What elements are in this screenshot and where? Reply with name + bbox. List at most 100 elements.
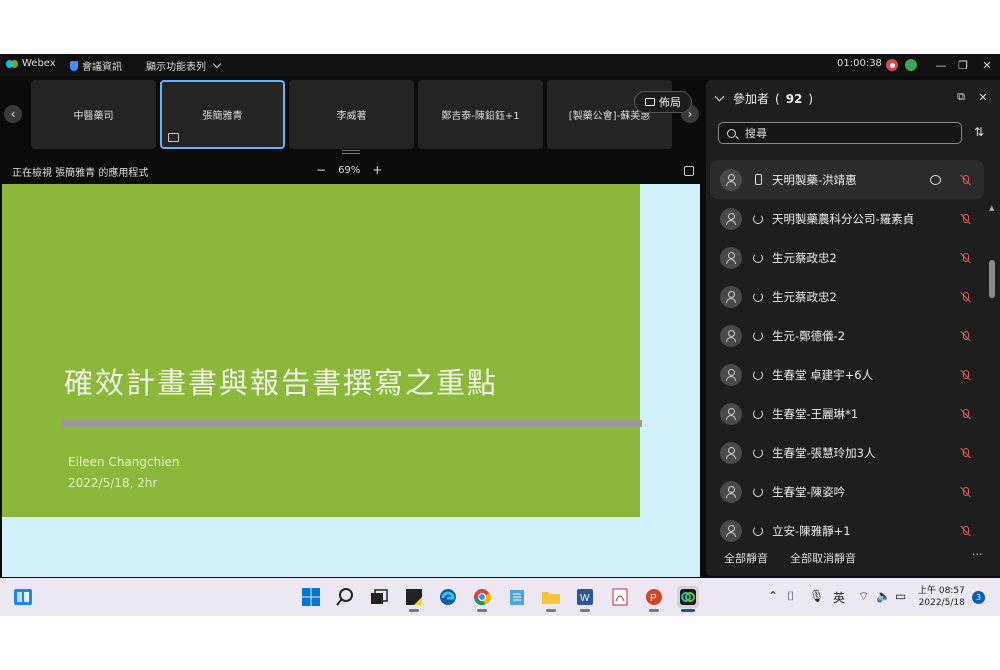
- system-clock[interactable]: 上午 08:57 2022/5/18: [918, 585, 965, 609]
- usb-icon[interactable]: ⌷: [787, 589, 794, 604]
- battery-icon[interactable]: ▭: [895, 589, 906, 603]
- zoom-in-button[interactable]: +: [372, 163, 382, 177]
- muted-mic-icon[interactable]: [960, 408, 972, 420]
- edge-app[interactable]: [437, 586, 459, 608]
- participant-row[interactable]: 生元蔡政忠2: [706, 277, 988, 316]
- meeting-info-button[interactable]: 會議資訊: [70, 58, 122, 73]
- input-method-indicator[interactable]: 英: [833, 589, 845, 606]
- muted-mic-icon[interactable]: [960, 330, 972, 342]
- minimize-button[interactable]: —: [930, 56, 952, 74]
- muted-mic-icon[interactable]: [960, 174, 972, 186]
- resize-handle[interactable]: [342, 150, 360, 154]
- slide-title: 確效計畫書與報告書撰寫之重點: [64, 366, 499, 400]
- sticky-notes-app[interactable]: [403, 586, 425, 612]
- view-menu-button[interactable]: 顯示功能表列: [146, 58, 222, 73]
- annotate-icon[interactable]: [657, 166, 667, 176]
- video-tile-active[interactable]: 張簡雅青: [160, 80, 285, 149]
- unmute-all-button[interactable]: 全部取消靜音: [790, 550, 856, 566]
- title-bar: Webex 會議資訊 顯示功能表列 01:00:38 — ❐ ✕: [0, 54, 1000, 76]
- view-menu-label: 顯示功能表列: [146, 62, 206, 73]
- scroll-up-icon[interactable]: ▲: [989, 204, 994, 212]
- avatar: [720, 285, 742, 308]
- scroll-thumb[interactable]: [989, 260, 995, 298]
- audio-indicator[interactable]: [905, 59, 917, 71]
- close-button[interactable]: ✕: [976, 56, 998, 74]
- participant-list-scrollbar[interactable]: ▲ ▼: [989, 204, 995, 596]
- close-panel-icon[interactable]: ✕: [978, 91, 988, 104]
- record-icon: [886, 59, 898, 71]
- search-icon: [727, 128, 736, 138]
- filmstrip-prev-button[interactable]: ‹: [4, 105, 22, 123]
- sort-icon[interactable]: ⇅: [974, 125, 984, 139]
- file-explorer-app[interactable]: [540, 586, 562, 612]
- participant-row[interactable]: 生元-鄭德儀-2: [706, 316, 988, 355]
- muted-mic-icon[interactable]: [960, 486, 972, 498]
- meeting-info-label: 會議資訊: [82, 62, 122, 73]
- webex-app[interactable]: [677, 586, 699, 612]
- meeting-timer: 01:00:38: [837, 58, 882, 69]
- sync-icon: [753, 486, 763, 497]
- chevron-down-icon: [212, 59, 222, 69]
- notification-badge[interactable]: 3: [972, 591, 985, 604]
- sync-icon: [753, 252, 763, 263]
- chevron-left-icon: ‹: [10, 107, 16, 121]
- participant-row[interactable]: 立安-陳雅靜+1: [706, 511, 988, 550]
- video-tile[interactable]: 鄭吉泰-陳鉛鈺+1: [418, 80, 543, 149]
- participant-row[interactable]: 生春堂-張慧玲加3人: [706, 433, 988, 472]
- muted-mic-icon[interactable]: [960, 447, 972, 459]
- participant-row[interactable]: 生春堂-王麗琳*1: [706, 394, 988, 433]
- muted-mic-icon[interactable]: [960, 213, 972, 225]
- chevron-down-icon: [714, 91, 725, 102]
- muted-mic-icon[interactable]: [960, 252, 972, 264]
- phone-icon: [753, 174, 763, 185]
- participant-row[interactable]: 生元蔡政忠2: [706, 238, 988, 277]
- muted-mic-icon[interactable]: [960, 369, 972, 381]
- screen-share-icon: [168, 133, 179, 142]
- sync-icon: [753, 369, 763, 380]
- participants-header[interactable]: 參加者 ( 92 ): [714, 90, 813, 107]
- search-placeholder: 搜尋: [745, 127, 767, 140]
- participant-row[interactable]: 生春堂 卓建宇+6人: [706, 355, 988, 394]
- show-hidden-icons-button[interactable]: ⌃: [768, 589, 778, 603]
- search-button[interactable]: [334, 586, 356, 608]
- slide-date: 2022/5/18, 2hr: [68, 476, 158, 490]
- participant-row[interactable]: 生春堂-陳姿吟: [706, 472, 988, 511]
- pdf-reader-app[interactable]: [609, 586, 631, 608]
- participant-row[interactable]: 天明製藥-洪靖惠: [710, 160, 984, 199]
- restore-button[interactable]: ❐: [952, 56, 974, 74]
- wifi-icon[interactable]: ⌔: [858, 589, 869, 604]
- chat-icon[interactable]: [930, 174, 941, 185]
- sticky-notes-icon: [406, 589, 422, 605]
- start-button[interactable]: [300, 586, 322, 608]
- layout-button[interactable]: 佈局: [634, 91, 692, 113]
- popout-share-icon[interactable]: [684, 166, 694, 176]
- tile-label: 鄭吉泰-陳鉛鈺+1: [441, 111, 520, 122]
- microphone-icon[interactable]: 🎙: [809, 589, 824, 603]
- powerpoint-app[interactable]: P: [643, 586, 665, 612]
- video-tile[interactable]: 中醫藥司: [31, 80, 156, 149]
- svg-text:P: P: [650, 593, 657, 604]
- widgets-button[interactable]: [12, 586, 34, 608]
- participant-name: 生春堂-張慧玲加3人: [772, 445, 876, 460]
- recording-indicator[interactable]: [886, 59, 898, 71]
- task-view-button[interactable]: [368, 586, 390, 608]
- muted-mic-icon[interactable]: [960, 525, 972, 537]
- chrome-icon: [474, 589, 491, 606]
- word-app[interactable]: W: [574, 586, 596, 612]
- mute-all-button[interactable]: 全部靜音: [724, 550, 768, 566]
- zoom-out-button[interactable]: −: [316, 163, 326, 177]
- close-icon: ✕: [982, 58, 992, 72]
- popout-panel-icon[interactable]: ⧉: [956, 90, 966, 103]
- chrome-app[interactable]: [471, 586, 493, 612]
- notepad-app[interactable]: [506, 586, 528, 608]
- muted-mic-icon[interactable]: [960, 291, 972, 303]
- task-view-icon: [371, 589, 388, 604]
- video-tile[interactable]: 李威著: [289, 80, 414, 149]
- participant-search-input[interactable]: 搜尋: [718, 122, 962, 144]
- word-icon: W: [577, 589, 593, 605]
- participant-row[interactable]: 天明製藥農科分公司-羅素貞: [706, 199, 988, 238]
- more-options-button[interactable]: ···: [972, 548, 983, 561]
- avatar: [720, 324, 742, 347]
- webex-icon: [680, 589, 696, 605]
- volume-icon[interactable]: 🔈: [876, 589, 891, 603]
